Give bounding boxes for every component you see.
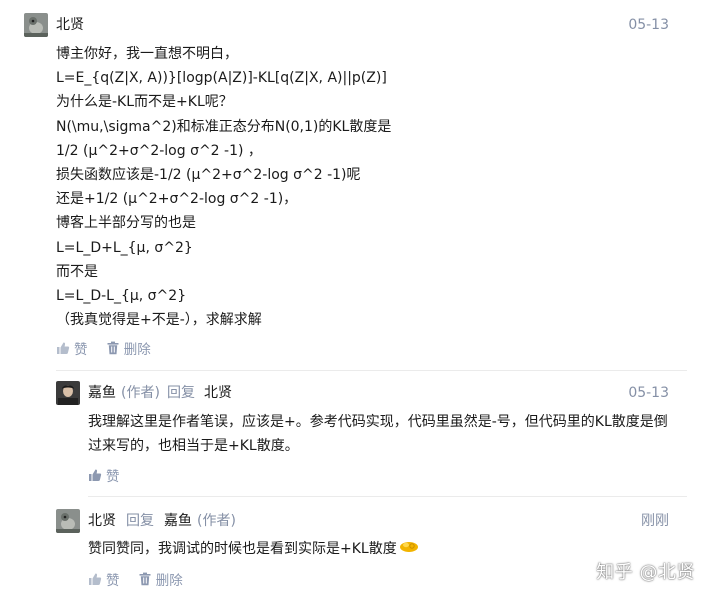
thumbs-up-icon (89, 469, 102, 481)
reply-to-name[interactable]: 北贤 (204, 383, 232, 403)
comment-body: 赞同赞同，我调试的时候也是看到实际是+KL散度 (88, 537, 420, 561)
comment-line: N(\mu,\sigma^2)和标准正态分布N(0,1)的KL散度是 (56, 118, 392, 135)
comment-3: 北贤 回复 嘉鱼 (作者) 刚刚 赞同赞同，我调试的时候也是看到实际是+KL散度… (0, 497, 711, 600)
like-button[interactable]: 赞 (56, 338, 88, 358)
delete-button[interactable]: 删除 (138, 569, 183, 589)
comment-date: 刚刚 (641, 513, 669, 529)
reply-label: 回复 (126, 513, 154, 529)
like-label: 赞 (74, 342, 88, 358)
author-name[interactable]: 北贤 (56, 15, 84, 35)
watermark: 知乎 @北贤 (596, 562, 695, 583)
trash-icon (107, 341, 119, 355)
like-button[interactable]: 赞 (88, 569, 120, 589)
like-button[interactable]: 赞 (88, 465, 120, 485)
comment-line: 1/2 (μ^2+σ^2-log σ^2 -1) ， (56, 142, 262, 159)
author-name[interactable]: 北贤 (88, 511, 116, 531)
comment-1: 北贤 05-13 博主你好，我一直想不明白， L=E_{q(Z|X, A))}[… (0, 0, 711, 370)
comment-line: 还是+1/2 (μ^2+σ^2-log σ^2 -1)， (56, 191, 298, 208)
like-label: 赞 (106, 573, 120, 589)
author-tag: (作者) (121, 385, 160, 401)
comment-line: 为什么是-KL而不是+KL呢？ (56, 94, 233, 111)
comment-actions: 赞 删除 (56, 338, 165, 358)
comment-body: 我理解这里是作者笔误，应该是+。参考代码实现，代码里虽然是-号，但代码里的KL散… (88, 414, 668, 454)
comment-line: 博客上半部分写的也是 (56, 215, 196, 232)
avatar[interactable] (56, 381, 80, 405)
comment-line: 损失函数应该是-1/2 (μ^2+σ^2-log σ^2 -1)呢 (56, 167, 361, 183)
author-name[interactable]: 嘉鱼 (88, 383, 116, 403)
reply-to-name[interactable]: 嘉鱼 (164, 511, 192, 531)
delete-label: 删除 (155, 573, 183, 589)
thumbs-up-icon (57, 342, 70, 354)
like-label: 赞 (106, 469, 120, 485)
comment-line: L=E_{q(Z|X, A))}[logp(A|Z)]-KL[q(Z|X, A)… (56, 70, 387, 87)
comment-line: （我真觉得是+不是-），求解求解 (56, 312, 262, 329)
trash-icon (139, 572, 151, 586)
comment-line: L=L_D-L_{μ, σ^2} (56, 288, 187, 304)
author-tag: (作者) (197, 513, 236, 529)
thumbs-up-icon (89, 573, 102, 585)
avatar[interactable] (24, 13, 48, 37)
comment-line: L=L_D+L_{μ, σ^2} (56, 239, 193, 256)
delete-label: 删除 (123, 342, 151, 358)
comment-line: 而不是 (56, 263, 98, 280)
comment-date: 05-13 (628, 17, 669, 33)
comment-date: 05-13 (628, 385, 669, 401)
comment-actions: 赞 (88, 465, 134, 485)
avatar[interactable] (56, 509, 80, 533)
ok-hand-emoji (398, 537, 420, 561)
comment-actions: 赞 删除 (88, 569, 197, 589)
comment-text: 赞同赞同，我调试的时候也是看到实际是+KL散度 (88, 541, 397, 557)
delete-button[interactable]: 删除 (106, 338, 151, 358)
comment-2: 嘉鱼 (作者) 回复 北贤 05-13 我理解这里是作者笔误，应该是+。参考代码… (0, 371, 711, 496)
reply-label: 回复 (167, 385, 195, 401)
comment-line: 博主你好，我一直想不明白， (56, 46, 238, 62)
